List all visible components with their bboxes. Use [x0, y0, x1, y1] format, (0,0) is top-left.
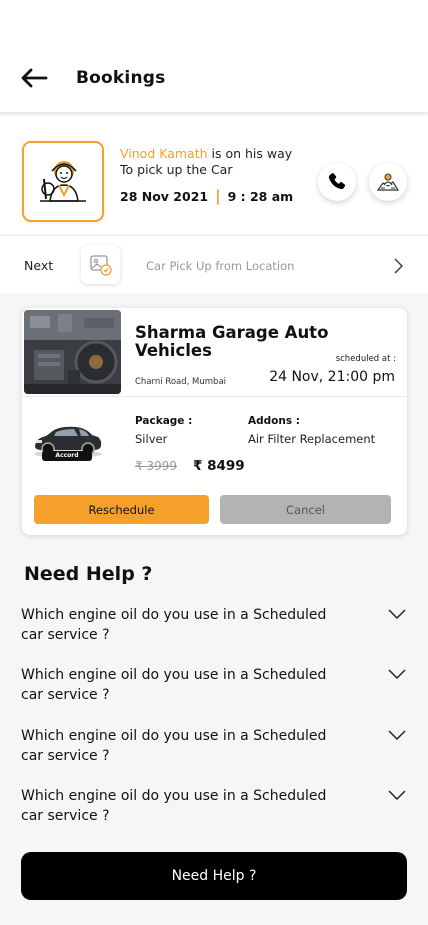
driver-avatar [22, 141, 104, 222]
addons-value: Air Filter Replacement [248, 432, 376, 446]
arrow-left-icon [21, 68, 48, 88]
final-price: ₹ 8499 [193, 458, 245, 474]
package-label: Package : [135, 415, 193, 427]
pickup-time: 9 : 28 am [227, 188, 294, 204]
garage-photo [24, 310, 121, 394]
garage-name: Sharma Garage Auto Vehicles [135, 323, 329, 360]
call-button[interactable] [318, 163, 356, 201]
faq-item[interactable]: Which engine oil do you use in a Schedul… [21, 605, 411, 649]
need-help-button[interactable]: Need Help ? [21, 852, 407, 900]
image-check-icon [89, 254, 112, 276]
chevron-down-icon[interactable] [387, 728, 407, 742]
phone-icon [328, 173, 346, 190]
driver-name[interactable]: Vinod Kamath [120, 146, 208, 161]
date-time-separator: | [215, 187, 221, 205]
driver-steering-icon [40, 160, 86, 202]
faq-item[interactable]: Which engine oil do you use in a Schedul… [21, 786, 411, 830]
booking-card: Sharma Garage Auto Vehicles Charni Road,… [22, 308, 407, 535]
chevron-down-icon[interactable] [387, 667, 407, 681]
pickup-date: 28 Nov 2021 [120, 188, 209, 204]
car-model-badge: Accord [42, 451, 92, 461]
package-value: Silver [135, 432, 168, 446]
faq-question: Which engine oil do you use in a Schedul… [21, 728, 327, 764]
faq-item[interactable]: Which engine oil do you use in a Schedul… [21, 665, 411, 709]
app-header: Bookings [0, 0, 428, 112]
faq-question: Which engine oil do you use in a Schedul… [21, 788, 327, 824]
pickup-status-panel: Vinod Kamath is on his way To pick up th… [0, 115, 428, 234]
faq-item[interactable]: Which engine oil do you use in a Schedul… [21, 726, 411, 770]
faq-question: Which engine oil do you use in a Schedul… [21, 667, 327, 703]
next-step-text: Car Pick Up from Location [146, 259, 295, 273]
original-price: ₹ 3999 [135, 459, 177, 473]
chevron-right-icon[interactable] [392, 257, 404, 279]
next-label: Next [24, 258, 54, 273]
page-title: Bookings [76, 68, 166, 88]
reschedule-button[interactable]: Reschedule [34, 495, 209, 524]
next-step-thumb [81, 245, 120, 284]
next-step-row[interactable]: Next Car Pick Up from Location [0, 235, 428, 293]
card-divider [22, 396, 407, 397]
pickup-datetime: 28 Nov 2021 | 9 : 28 am [120, 187, 293, 205]
track-driver-button[interactable] [369, 163, 407, 201]
back-button[interactable] [20, 66, 50, 90]
chevron-down-icon[interactable] [387, 788, 407, 802]
faq-question: Which engine oil do you use in a Schedul… [21, 607, 327, 643]
status-message: Vinod Kamath is on his way To pick up th… [120, 146, 300, 178]
cancel-button[interactable]: Cancel [220, 495, 391, 524]
scheduled-label: scheduled at : [335, 354, 396, 364]
help-section-title: Need Help ? [24, 563, 153, 585]
scheduled-datetime: 24 Nov, 21:00 pm [269, 369, 395, 385]
chevron-down-icon[interactable] [387, 607, 407, 621]
addons-label: Addons : [248, 415, 300, 427]
garage-location: Charni Road, Mumbai [135, 377, 227, 387]
map-person-icon [376, 173, 400, 191]
